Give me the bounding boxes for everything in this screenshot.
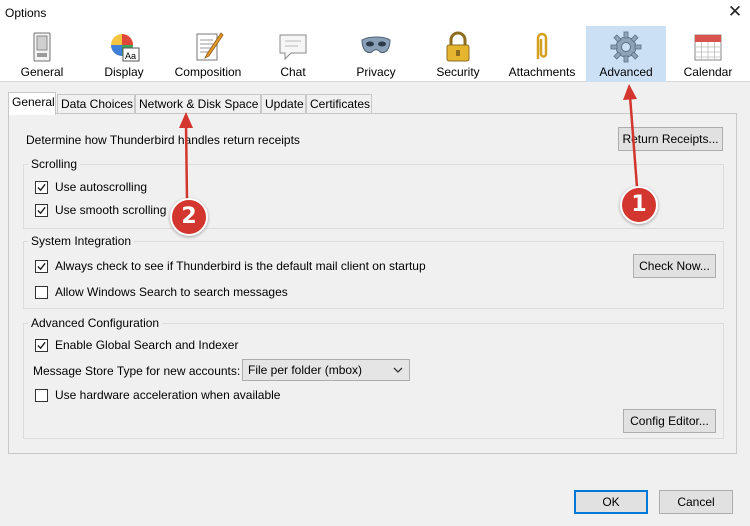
pane-toolbar: General Aa Display Composition Chat Priv…: [0, 26, 750, 82]
cancel-button[interactable]: Cancel: [659, 490, 733, 514]
pane-label: Privacy: [356, 65, 396, 79]
checkbox-label: Use smooth scrolling: [55, 203, 167, 217]
display-pane-icon: Aa: [111, 34, 140, 62]
checkbox-label: Allow Windows Search to search messages: [55, 285, 288, 299]
pane-label: Attachments: [508, 65, 576, 79]
title-bar: Options ✕: [0, 0, 750, 26]
return-receipts-button[interactable]: Return Receipts...: [618, 127, 723, 151]
pane-label: Chat: [280, 65, 306, 79]
checkbox-box[interactable]: [35, 389, 48, 402]
pane-advanced-button[interactable]: Advanced: [586, 26, 666, 82]
pane-label: Advanced: [599, 65, 653, 79]
checkmark-icon: [37, 206, 46, 215]
pane-attachments-button[interactable]: Attachments: [503, 26, 581, 82]
checkbox-label: Use hardware acceleration when available: [55, 388, 281, 402]
svg-text:Aa: Aa: [125, 51, 136, 61]
autoscrolling-checkbox[interactable]: Use autoscrolling: [35, 180, 335, 196]
scrolling-caption: Scrolling: [28, 157, 81, 171]
tab-data-choices[interactable]: Data Choices: [57, 94, 135, 114]
checkbox-label: Enable Global Search and Indexer: [55, 338, 239, 352]
annotation-badge-1: 1: [620, 186, 658, 224]
check-now-button[interactable]: Check Now...: [633, 254, 716, 278]
select-value: File per folder (mbox): [248, 363, 363, 377]
pane-label: Security: [436, 65, 480, 79]
checkbox-box[interactable]: [35, 339, 48, 352]
checkbox-box[interactable]: [35, 204, 48, 217]
padlock-icon: [446, 31, 470, 62]
checkmark-icon: [37, 341, 46, 350]
message-store-type-select[interactable]: File per folder (mbox): [242, 359, 410, 381]
default-client-checkbox[interactable]: Always check to see if Thunderbird is th…: [35, 259, 595, 275]
chat-bubble-icon: [279, 34, 307, 61]
pane-label: Composition: [174, 65, 242, 79]
gear-icon: [610, 31, 642, 63]
tab-general[interactable]: General: [8, 92, 56, 115]
pane-security-button[interactable]: Security: [422, 26, 494, 82]
privacy-mask-icon: [361, 36, 391, 53]
checkbox-label: Use autoscrolling: [55, 180, 148, 194]
paperclip-icon: [536, 32, 548, 60]
advanced-configuration-caption: Advanced Configuration: [28, 316, 163, 330]
pane-label: General: [20, 65, 64, 79]
scrolling-group: Scrolling Use autoscrolling Use smooth s…: [23, 157, 724, 229]
general-tab-panel: Determine how Thunderbird handles return…: [8, 113, 737, 454]
tab-certificates[interactable]: Certificates: [306, 94, 372, 114]
pane-general-button[interactable]: General: [6, 26, 78, 82]
system-integration-caption: System Integration: [28, 234, 135, 248]
checkbox-label: Always check to see if Thunderbird is th…: [55, 259, 426, 273]
general-pane-icon: [33, 32, 51, 62]
tab-network-disk-space[interactable]: Network & Disk Space: [135, 94, 261, 114]
checkbox-box[interactable]: [35, 260, 48, 273]
global-search-checkbox[interactable]: Enable Global Search and Indexer: [35, 338, 335, 354]
pane-chat-button[interactable]: Chat: [257, 26, 329, 82]
ok-button[interactable]: OK: [574, 490, 648, 514]
advanced-configuration-group: Advanced Configuration Enable Global Sea…: [23, 316, 724, 439]
tab-update[interactable]: Update: [261, 94, 306, 114]
pane-label: Display: [104, 65, 144, 79]
annotation-badge-2: 2: [170, 198, 208, 236]
pane-composition-button[interactable]: Composition: [168, 26, 248, 82]
window-title: Options: [5, 6, 47, 20]
checkmark-icon: [37, 183, 46, 192]
system-integration-group: System Integration Always check to see i…: [23, 234, 724, 309]
windows-search-checkbox[interactable]: Allow Windows Search to search messages: [35, 285, 435, 301]
close-icon[interactable]: ✕: [722, 1, 748, 23]
return-receipts-text: Determine how Thunderbird handles return…: [26, 133, 300, 147]
config-editor-button[interactable]: Config Editor...: [623, 409, 716, 433]
pane-privacy-button[interactable]: Privacy: [340, 26, 412, 82]
checkbox-box[interactable]: [35, 286, 48, 299]
message-store-type-label: Message Store Type for new accounts:: [33, 364, 241, 378]
checkbox-box[interactable]: [35, 181, 48, 194]
pane-label: Calendar: [683, 65, 733, 79]
composition-pane-icon: [196, 32, 224, 61]
chevron-down-icon: [393, 367, 403, 373]
checkmark-icon: [37, 262, 46, 271]
pane-display-button[interactable]: Aa Display: [88, 26, 160, 82]
calendar-icon: [694, 34, 722, 61]
pane-calendar-button[interactable]: Calendar: [672, 26, 744, 82]
hardware-acceleration-checkbox[interactable]: Use hardware acceleration when available: [35, 388, 335, 404]
